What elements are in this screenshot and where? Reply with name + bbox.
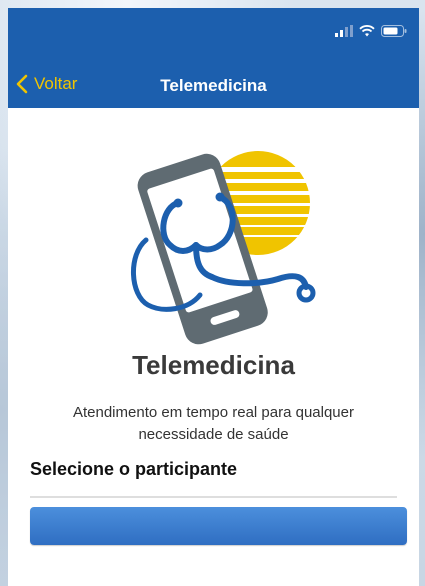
telemedicine-illustration bbox=[131, 151, 316, 345]
battery-icon bbox=[381, 25, 407, 37]
app-screen: Voltar Telemedicina Telemedicina Atendim… bbox=[8, 8, 419, 586]
select-participant-label: Selecione o participante bbox=[30, 459, 238, 479]
divider bbox=[30, 496, 397, 498]
participant-select-button[interactable] bbox=[30, 507, 407, 545]
wifi-icon bbox=[359, 25, 375, 37]
page-title: Telemedicina bbox=[160, 76, 267, 95]
navigation-bar: Voltar Telemedicina bbox=[8, 66, 419, 102]
cellular-signal-icon bbox=[335, 25, 353, 37]
status-bar bbox=[335, 24, 407, 38]
service-title: Telemedicina bbox=[132, 350, 295, 380]
service-description: Atendimento em tempo real para qualquer … bbox=[72, 404, 354, 443]
header-bar: Voltar Telemedicina bbox=[8, 8, 419, 108]
